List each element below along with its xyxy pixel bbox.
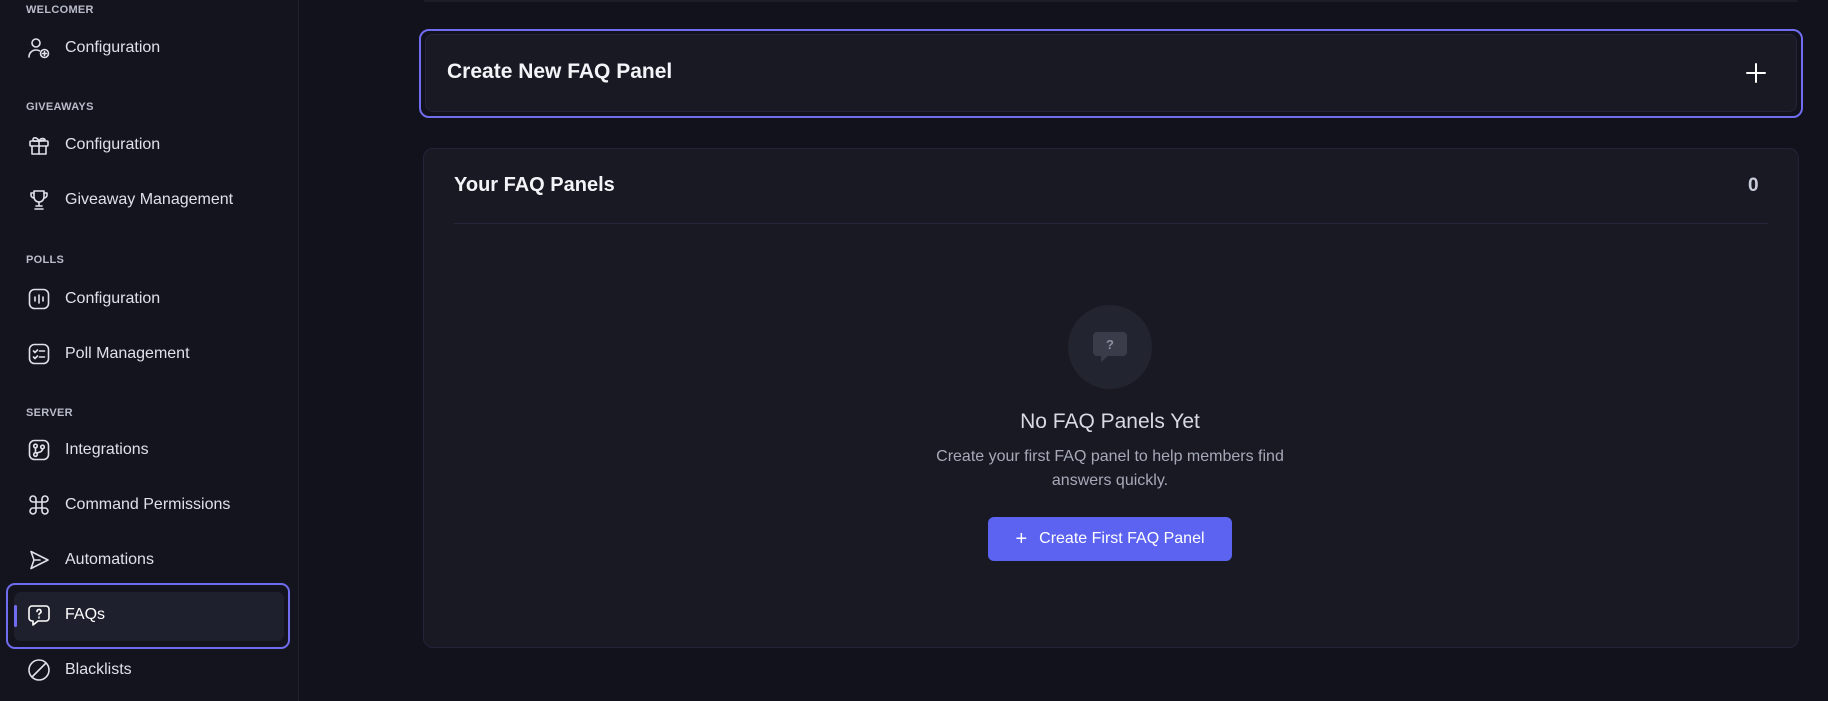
sidebar-item-giveaways-configuration[interactable]: Configuration — [18, 123, 284, 167]
question-bubble-icon: ? — [1091, 330, 1129, 364]
send-icon — [25, 546, 53, 574]
section-label-server: SERVER — [26, 407, 73, 419]
create-first-faq-panel-button[interactable]: + Create First FAQ Panel — [988, 517, 1232, 561]
sidebar-item-label: Configuration — [65, 39, 161, 56]
faq-bubble-icon — [25, 601, 53, 629]
git-branch-icon — [25, 436, 53, 464]
section-label-giveaways: GIVEAWAYS — [26, 101, 94, 113]
section-label-polls: POLLS — [26, 254, 65, 266]
sidebar-item-label: Configuration — [65, 290, 161, 307]
plus-icon: + — [1015, 528, 1028, 550]
empty-state-description-line: Create your first FAQ panel to help memb… — [936, 448, 1284, 465]
top-divider — [424, 0, 1798, 2]
svg-text:?: ? — [1106, 337, 1114, 352]
sidebar-item-label: Blacklists — [65, 661, 132, 678]
sidebar-item-label: Automations — [65, 551, 154, 568]
empty-state-title: No FAQ Panels Yet — [1020, 410, 1200, 433]
plus-icon[interactable] — [1743, 60, 1769, 86]
sidebar-item-faqs[interactable]: FAQs — [18, 593, 284, 637]
active-item-indicator — [14, 605, 17, 627]
sidebar-item-automations[interactable]: Automations — [18, 538, 284, 582]
ban-icon — [25, 656, 53, 684]
empty-state-icon-circle: ? — [1068, 305, 1152, 389]
gift-icon — [25, 131, 53, 159]
faq-panels-title: Your FAQ Panels — [454, 174, 615, 196]
faq-panels-count: 0 — [1748, 175, 1759, 196]
empty-state-description-line: answers quickly. — [1051, 472, 1169, 489]
sidebar-item-label: Poll Management — [65, 345, 190, 362]
command-icon — [25, 491, 53, 519]
trophy-icon — [25, 186, 53, 214]
sidebar-item-polls-configuration[interactable]: Configuration — [18, 277, 284, 321]
sidebar-item-integrations[interactable]: Integrations — [18, 428, 284, 472]
section-label-welcomer: WELCOMER — [26, 4, 94, 16]
create-first-faq-panel-label: Create First FAQ Panel — [1039, 530, 1205, 547]
sidebar: WELCOMER Configuration GIVEAWAYS Configu… — [0, 0, 299, 701]
user-plus-icon — [25, 34, 53, 62]
sidebar-item-giveaway-management[interactable]: Giveaway Management — [18, 178, 284, 222]
sidebar-item-label: Giveaway Management — [65, 191, 234, 208]
sidebar-item-label: Configuration — [65, 136, 161, 153]
sidebar-item-label: Command Permissions — [65, 496, 231, 513]
sidebar-item-welcomer-configuration[interactable]: Configuration — [18, 26, 284, 70]
sidebar-item-label: Integrations — [65, 441, 149, 458]
empty-state-description: Create your first FAQ panel to help memb… — [880, 445, 1340, 493]
sidebar-item-command-permissions[interactable]: Command Permissions — [18, 483, 284, 527]
sidebar-item-poll-management[interactable]: Poll Management — [18, 332, 284, 376]
checklist-icon — [25, 340, 53, 368]
poll-icon — [25, 285, 53, 313]
sidebar-item-blacklists[interactable]: Blacklists — [18, 648, 284, 692]
create-panel-title: Create New FAQ Panel — [447, 60, 673, 83]
sidebar-item-label: FAQs — [65, 606, 106, 623]
panels-divider — [454, 223, 1768, 224]
